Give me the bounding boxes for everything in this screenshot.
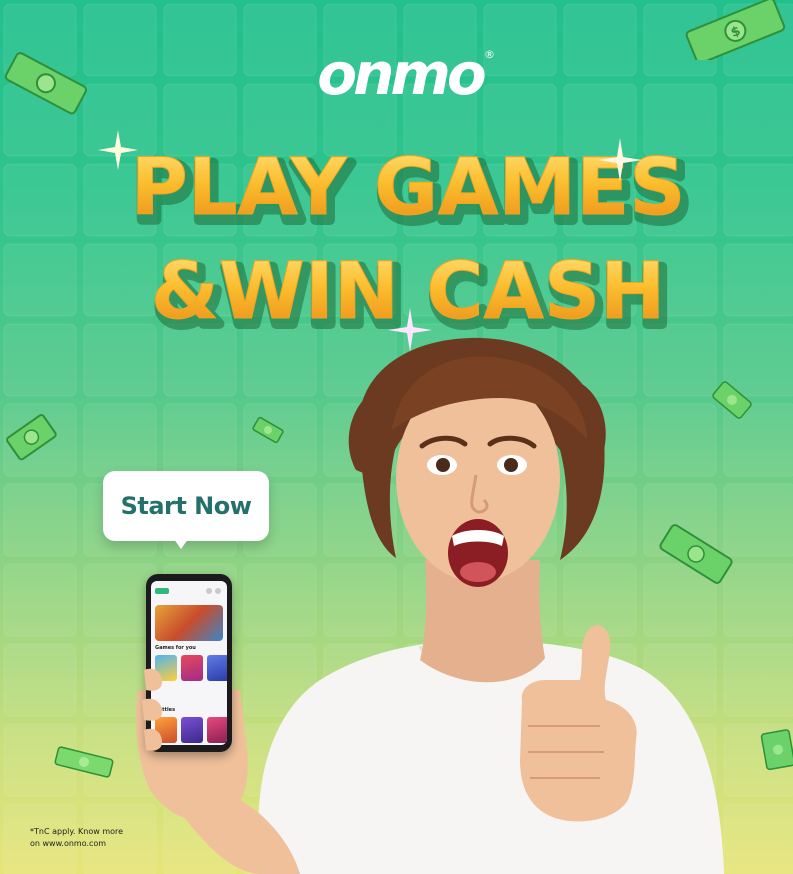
excited-woman-photo [136, 337, 724, 874]
game-card[interactable] [207, 655, 227, 681]
battle-card[interactable] [207, 717, 227, 743]
section-title-games: Games for you [155, 645, 196, 651]
terms-disclaimer: *TnC apply. Know more on www.onmo.com [30, 826, 170, 850]
disclaimer-line-1: *TnC apply. Know more [30, 827, 124, 836]
game-card[interactable] [181, 655, 203, 681]
battle-card[interactable] [181, 717, 203, 743]
start-now-button[interactable]: Start Now [103, 471, 269, 541]
featured-game-banner[interactable] [155, 605, 223, 641]
start-now-bubble[interactable]: Start Now [103, 471, 269, 555]
disclaimer-line-2: on www.onmo.com [30, 839, 107, 848]
app-header [155, 588, 221, 594]
ad-banner: $ onmo ® PLAY GAMES PLAY GAMES &WIN CASH… [0, 0, 793, 874]
holding-fingers [142, 668, 162, 751]
